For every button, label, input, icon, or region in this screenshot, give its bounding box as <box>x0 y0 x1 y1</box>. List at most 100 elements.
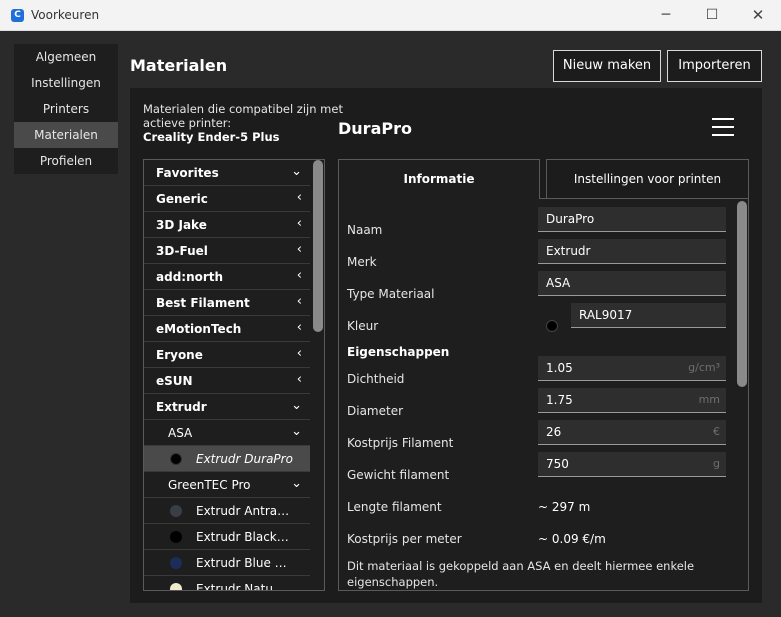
materials-panel: Materialen die compatibel zijn met actie… <box>130 88 762 603</box>
list-item-label: Generic <box>156 192 208 206</box>
page-title: Materialen <box>130 56 228 75</box>
tab-informatie[interactable]: Informatie <box>338 159 540 199</box>
list-item-label: Extrudr DuraPro <box>196 452 293 466</box>
cost-per-meter-value: ~ 0.09 €/m <box>538 532 606 546</box>
window-title: Voorkeuren <box>31 8 100 22</box>
length-label: Lengte filament <box>347 500 442 514</box>
list-item-3d-fuel[interactable]: 3D-Fuel ‹ <box>144 238 310 264</box>
list-item-label: eMotionTech <box>156 322 242 336</box>
list-subgroup-asa[interactable]: ASA ⌄ <box>144 420 310 446</box>
list-item-best-filament[interactable]: Best Filament ‹ <box>144 290 310 316</box>
compat-text: Materialen die compatibel zijn met actie… <box>143 102 343 130</box>
chevron-down-icon[interactable]: ⌄ <box>291 164 302 179</box>
menu-icon[interactable] <box>712 118 734 136</box>
type-value: ASA <box>546 276 571 290</box>
list-item-label: 3D Jake <box>156 218 207 232</box>
list-item-label: add:north <box>156 270 224 284</box>
list-item-esun[interactable]: eSUN ‹ <box>144 368 310 394</box>
chevron-left-icon[interactable]: ‹ <box>297 346 302 361</box>
tab-print-settings[interactable]: Instellingen voor printen <box>546 159 749 199</box>
density-label: Dichtheid <box>347 372 405 386</box>
list-item-extrudr-antra[interactable]: Extrudr Antra… <box>144 498 310 524</box>
weight-unit: g <box>713 457 720 470</box>
list-item-extrudr[interactable]: Extrudr ⌄ <box>144 394 310 420</box>
sidebar-item-profielen[interactable]: Profielen <box>14 148 118 174</box>
chevron-down-icon[interactable]: ⌄ <box>291 398 302 413</box>
color-swatch <box>170 531 182 543</box>
density-unit: g/cm³ <box>688 361 720 374</box>
chevron-left-icon[interactable]: ‹ <box>297 320 302 335</box>
list-item-label: ASA <box>168 426 193 440</box>
cost-field[interactable]: 26 € <box>538 420 726 445</box>
color-swatch <box>170 453 182 465</box>
diameter-unit: mm <box>698 393 720 406</box>
name-field[interactable]: DuraPro <box>538 207 726 232</box>
brand-field[interactable]: Extrudr <box>538 239 726 264</box>
sidebar-item-materialen[interactable]: Materialen <box>14 122 118 148</box>
list-item-label: Favorites <box>156 166 219 180</box>
chevron-down-icon[interactable]: ⌄ <box>291 424 302 439</box>
list-item-label: Extrudr Blue … <box>196 556 287 570</box>
list-item-generic[interactable]: Generic ‹ <box>144 186 310 212</box>
density-value: 1.05 <box>546 361 573 375</box>
app-icon: C <box>11 9 24 22</box>
chevron-left-icon[interactable]: ‹ <box>297 242 302 257</box>
window-titlebar: C Voorkeuren ─ ☐ ✕ <box>0 0 781 31</box>
material-info-panel: Naam DuraPro Merk Extrudr Type Materiaal… <box>338 198 749 591</box>
material-list[interactable]: Favorites ⌄ Generic ‹ 3D Jake ‹ 3D-Fuel … <box>143 159 325 591</box>
name-value: DuraPro <box>546 212 595 226</box>
chevron-left-icon[interactable]: ‹ <box>297 190 302 205</box>
import-button[interactable]: Importeren <box>667 50 762 82</box>
sidebar-item-algemeen[interactable]: Algemeen <box>14 44 118 70</box>
list-item-label: 3D-Fuel <box>156 244 208 258</box>
diameter-value: 1.75 <box>546 393 573 407</box>
color-label: Kleur <box>347 319 379 333</box>
color-swatch <box>170 557 182 569</box>
list-item-add-north[interactable]: add:north ‹ <box>144 264 310 290</box>
color-swatch-button[interactable] <box>546 320 558 332</box>
brand-value: Extrudr <box>546 244 591 258</box>
list-item-eryone[interactable]: Eryone ‹ <box>144 342 310 368</box>
compat-printer: Creality Ender-5 Plus <box>143 130 280 144</box>
list-item-extrudr-blue[interactable]: Extrudr Blue … <box>144 550 310 576</box>
weight-value: 750 <box>546 457 569 471</box>
list-item-extrudr-black[interactable]: Extrudr Black… <box>144 524 310 550</box>
list-item-label: Extrudr <box>156 400 207 414</box>
cost-per-meter-label: Kostprijs per meter <box>347 532 462 546</box>
list-item-extrudr-durapro[interactable]: Extrudr DuraPro <box>144 446 310 472</box>
list-item-label: Extrudr Antra… <box>196 504 290 518</box>
chevron-left-icon[interactable]: ‹ <box>297 372 302 387</box>
cost-value: 26 <box>546 425 562 439</box>
cost-unit: € <box>713 425 720 438</box>
list-subgroup-greentec-pro[interactable]: GreenTEC Pro ⌄ <box>144 472 310 498</box>
chevron-down-icon[interactable]: ⌄ <box>291 476 302 491</box>
panel-scrollbar[interactable] <box>737 201 747 387</box>
list-item-emotiontech[interactable]: eMotionTech ‹ <box>144 316 310 342</box>
list-item-label: Extrudr Natu… <box>196 582 285 591</box>
length-value: ~ 297 m <box>538 500 591 514</box>
sidebar-item-printers[interactable]: Printers <box>14 96 118 122</box>
list-item-extrudr-natu[interactable]: Extrudr Natu… <box>144 576 310 591</box>
list-item-label: GreenTEC Pro <box>168 478 251 492</box>
weight-label: Gewicht filament <box>347 468 450 482</box>
list-item-favorites[interactable]: Favorites ⌄ <box>144 160 310 186</box>
name-label: Naam <box>347 223 383 237</box>
chevron-left-icon[interactable]: ‹ <box>297 294 302 309</box>
close-icon[interactable]: ✕ <box>735 0 781 31</box>
list-item-label: Extrudr Black… <box>196 530 289 544</box>
chevron-left-icon[interactable]: ‹ <box>297 268 302 283</box>
sidebar-nav: Algemeen Instellingen Printers Materiale… <box>14 44 118 174</box>
weight-field[interactable]: 750 g <box>538 452 726 477</box>
new-material-button[interactable]: Nieuw maken <box>553 50 661 82</box>
list-scrollbar[interactable] <box>313 160 323 332</box>
minimize-icon[interactable]: ─ <box>643 0 689 31</box>
maximize-icon[interactable]: ☐ <box>689 0 735 31</box>
color-field[interactable]: RAL9017 <box>571 303 726 328</box>
material-name-title: DuraPro <box>338 119 412 138</box>
density-field[interactable]: 1.05 g/cm³ <box>538 356 726 381</box>
sidebar-item-instellingen[interactable]: Instellingen <box>14 70 118 96</box>
diameter-field[interactable]: 1.75 mm <box>538 388 726 413</box>
chevron-left-icon[interactable]: ‹ <box>297 216 302 231</box>
type-field[interactable]: ASA <box>538 271 726 296</box>
list-item-3d-jake[interactable]: 3D Jake ‹ <box>144 212 310 238</box>
